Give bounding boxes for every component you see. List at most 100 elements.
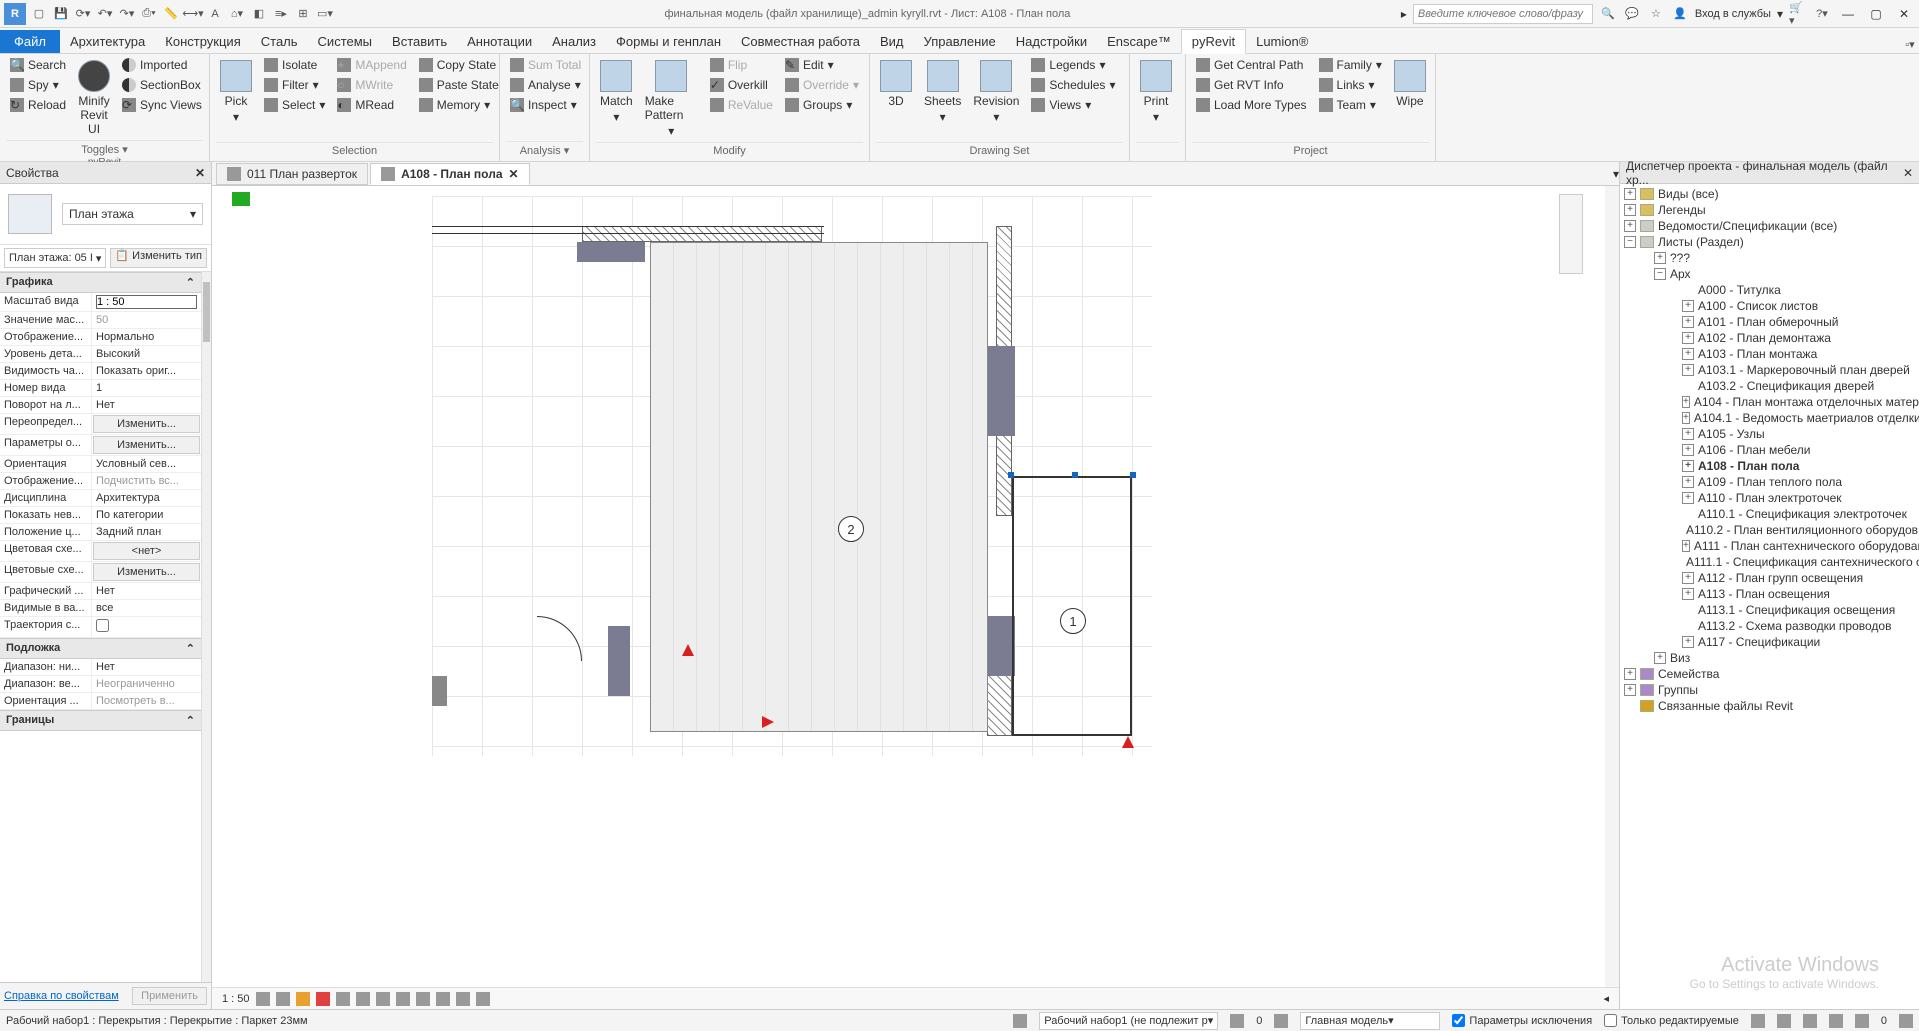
ribbon-tab-enscape-[interactable]: Enscape™ bbox=[1097, 30, 1181, 53]
sheet-item[interactable]: +A104.1 - Ведомость маетриалов отделки bbox=[1622, 410, 1917, 426]
override-button[interactable]: Override ▾ bbox=[781, 76, 863, 94]
tree-sheets[interactable]: −Листы (Раздел) bbox=[1622, 234, 1917, 250]
sumtotal-button[interactable]: Sum Total bbox=[506, 56, 585, 74]
sheet-item[interactable]: +A111 - План сантехнического оборудован bbox=[1622, 538, 1917, 554]
expand-icon[interactable]: + bbox=[1682, 428, 1694, 440]
view-tab-a108[interactable]: A108 - План пола✕ bbox=[370, 163, 530, 185]
tree-sheets-arch[interactable]: −Арх bbox=[1622, 266, 1917, 282]
minify-button[interactable]: Minify Revit UI bbox=[74, 56, 114, 140]
edit-type-button[interactable]: 📋 Изменить тип bbox=[110, 248, 207, 268]
property-value[interactable]: Нет bbox=[92, 659, 201, 675]
model-combo[interactable]: Главная модель ▾ bbox=[1300, 1012, 1440, 1030]
views-button[interactable]: Views ▾ bbox=[1027, 96, 1119, 114]
sync-icon[interactable]: ⟳▾ bbox=[74, 5, 92, 23]
sheet-item[interactable]: +A110 - План электроточек bbox=[1622, 490, 1917, 506]
sheet-item[interactable]: +A109 - План теплого пола bbox=[1622, 474, 1917, 490]
getrvtinfo-button[interactable]: Get RVT Info bbox=[1192, 76, 1311, 94]
expand-icon[interactable]: + bbox=[1682, 492, 1694, 504]
expand-icon[interactable]: + bbox=[1682, 396, 1690, 408]
expand-icon[interactable]: + bbox=[1682, 412, 1690, 424]
mread-button[interactable]: ◐MRead bbox=[333, 96, 410, 114]
expand-icon[interactable]: + bbox=[1682, 300, 1694, 312]
select-face-icon[interactable] bbox=[1829, 1014, 1843, 1028]
close-inactive-icon[interactable]: ⊞ bbox=[294, 5, 312, 23]
ribbon-tab-формы-и-генплан[interactable]: Формы и генплан bbox=[606, 30, 731, 53]
expand-icon[interactable]: + bbox=[1682, 588, 1694, 600]
ribbon-tab-аннотации[interactable]: Аннотации bbox=[457, 30, 542, 53]
team-button[interactable]: Team ▾ bbox=[1315, 96, 1386, 114]
ribbon-minimize-icon[interactable]: ▫▾ bbox=[1901, 35, 1919, 53]
flip-button[interactable]: Flip bbox=[706, 56, 777, 74]
revision-button[interactable]: Revision▾ bbox=[969, 56, 1023, 128]
schedules-button[interactable]: Schedules ▾ bbox=[1027, 76, 1119, 94]
3d-button[interactable]: 3D bbox=[876, 56, 916, 112]
communicate-icon[interactable]: 💬 bbox=[1623, 5, 1641, 23]
property-value[interactable]: все bbox=[92, 600, 201, 616]
sheet-item[interactable]: A113.1 - Спецификация освещения bbox=[1622, 602, 1917, 618]
property-value[interactable]: Нет bbox=[92, 583, 201, 599]
edit-button[interactable]: ✎Edit ▾ bbox=[781, 56, 863, 74]
property-value[interactable]: Нормально bbox=[92, 329, 201, 345]
ribbon-tab-lumion-[interactable]: Lumion® bbox=[1246, 30, 1318, 53]
sheet-item[interactable]: A111.1 - Спецификация сантехнического о bbox=[1622, 554, 1917, 570]
navigation-bar[interactable] bbox=[1559, 194, 1583, 274]
match-button[interactable]: Match▾ bbox=[596, 56, 637, 128]
sheet-item[interactable]: +A117 - Спецификации bbox=[1622, 634, 1917, 650]
property-value[interactable]: Изменить... bbox=[93, 415, 200, 433]
ribbon-tab-анализ[interactable]: Анализ bbox=[542, 30, 606, 53]
mwrite-button[interactable]: ○MWrite bbox=[333, 76, 410, 94]
favorite-icon[interactable]: ☆ bbox=[1647, 5, 1665, 23]
properties-close-icon[interactable]: ✕ bbox=[195, 166, 205, 180]
select-pinned-icon[interactable] bbox=[1803, 1014, 1817, 1028]
expand-icon[interactable]: + bbox=[1682, 636, 1694, 648]
expand-icon[interactable]: + bbox=[1682, 332, 1694, 344]
family-button[interactable]: Family ▾ bbox=[1315, 56, 1386, 74]
group-header-extents[interactable]: Границы⌃ bbox=[0, 710, 201, 731]
sheets-button[interactable]: Sheets▾ bbox=[920, 56, 965, 128]
sheet-item[interactable]: +A108 - План пола bbox=[1622, 458, 1917, 474]
tree-groups[interactable]: +Группы bbox=[1622, 682, 1917, 698]
sheet-item[interactable]: +A105 - Узлы bbox=[1622, 426, 1917, 442]
makepattern-button[interactable]: Make Pattern▾ bbox=[641, 56, 702, 142]
expand-icon[interactable]: + bbox=[1624, 684, 1636, 696]
type-selector-dropdown[interactable]: План этажа▾ bbox=[62, 203, 203, 225]
exchange-icon[interactable]: 🛒▾ bbox=[1789, 5, 1807, 23]
property-value[interactable] bbox=[92, 617, 201, 637]
drawing-canvas[interactable]: 2 1 bbox=[212, 186, 1605, 987]
ribbon-tab-pyrevit[interactable]: pyRevit bbox=[1181, 29, 1246, 54]
expand-icon[interactable]: + bbox=[1682, 476, 1694, 488]
sheet-item[interactable]: A103.2 - Спецификация дверей bbox=[1622, 378, 1917, 394]
print-icon[interactable]: ⎙▾ bbox=[140, 5, 158, 23]
detail-level-icon[interactable] bbox=[256, 992, 270, 1006]
rendering-icon[interactable] bbox=[336, 992, 350, 1006]
restore-button[interactable]: ▢ bbox=[1865, 3, 1887, 25]
switch-windows-icon[interactable]: ▭▾ bbox=[316, 5, 334, 23]
ribbon-tab-сталь[interactable]: Сталь bbox=[251, 30, 308, 53]
workset-combo[interactable]: Рабочий набор1 (не подлежит р ▾ bbox=[1039, 1012, 1218, 1030]
pick-button[interactable]: Pick▾ bbox=[216, 56, 256, 128]
instance-selector-dropdown[interactable]: План этажа: 05 I▾ bbox=[4, 248, 106, 268]
analyse-button[interactable]: Analyse ▾ bbox=[506, 76, 585, 94]
tree-schedules[interactable]: +Ведомости/Спецификации (все) bbox=[1622, 218, 1917, 234]
canvas-scrollbar-v[interactable] bbox=[1605, 186, 1619, 987]
sheet-item[interactable]: +A113 - План освещения bbox=[1622, 586, 1917, 602]
tree-legends[interactable]: +Легенды bbox=[1622, 202, 1917, 218]
ribbon-tab-системы[interactable]: Системы bbox=[308, 30, 382, 53]
temphide-icon[interactable] bbox=[416, 992, 430, 1006]
keyword-search-input[interactable] bbox=[1413, 4, 1593, 24]
property-value[interactable]: 1 bbox=[92, 380, 201, 396]
close-tab-icon[interactable]: ✕ bbox=[509, 167, 519, 181]
ribbon-tab-архитектура[interactable]: Архитектура bbox=[60, 30, 155, 53]
unlock-icon[interactable] bbox=[396, 992, 410, 1006]
sheet-item[interactable]: +A101 - План обмерочный bbox=[1622, 314, 1917, 330]
property-value[interactable]: Изменить... bbox=[93, 436, 200, 454]
property-value[interactable]: Нет bbox=[92, 397, 201, 413]
sheet-item[interactable]: A000 - Титулка bbox=[1622, 282, 1917, 298]
tree-views[interactable]: +Виды (все) bbox=[1622, 186, 1917, 202]
infocenter-icon[interactable]: 🔍 bbox=[1599, 5, 1617, 23]
getcentral-button[interactable]: Get Central Path bbox=[1192, 56, 1311, 74]
loadmore-button[interactable]: Load More Types bbox=[1192, 96, 1311, 114]
properties-scrollbar[interactable] bbox=[201, 272, 211, 982]
sheet-item[interactable]: A110.2 - План вентиляционного оборудов bbox=[1622, 522, 1917, 538]
sunpath-icon[interactable] bbox=[296, 992, 310, 1006]
